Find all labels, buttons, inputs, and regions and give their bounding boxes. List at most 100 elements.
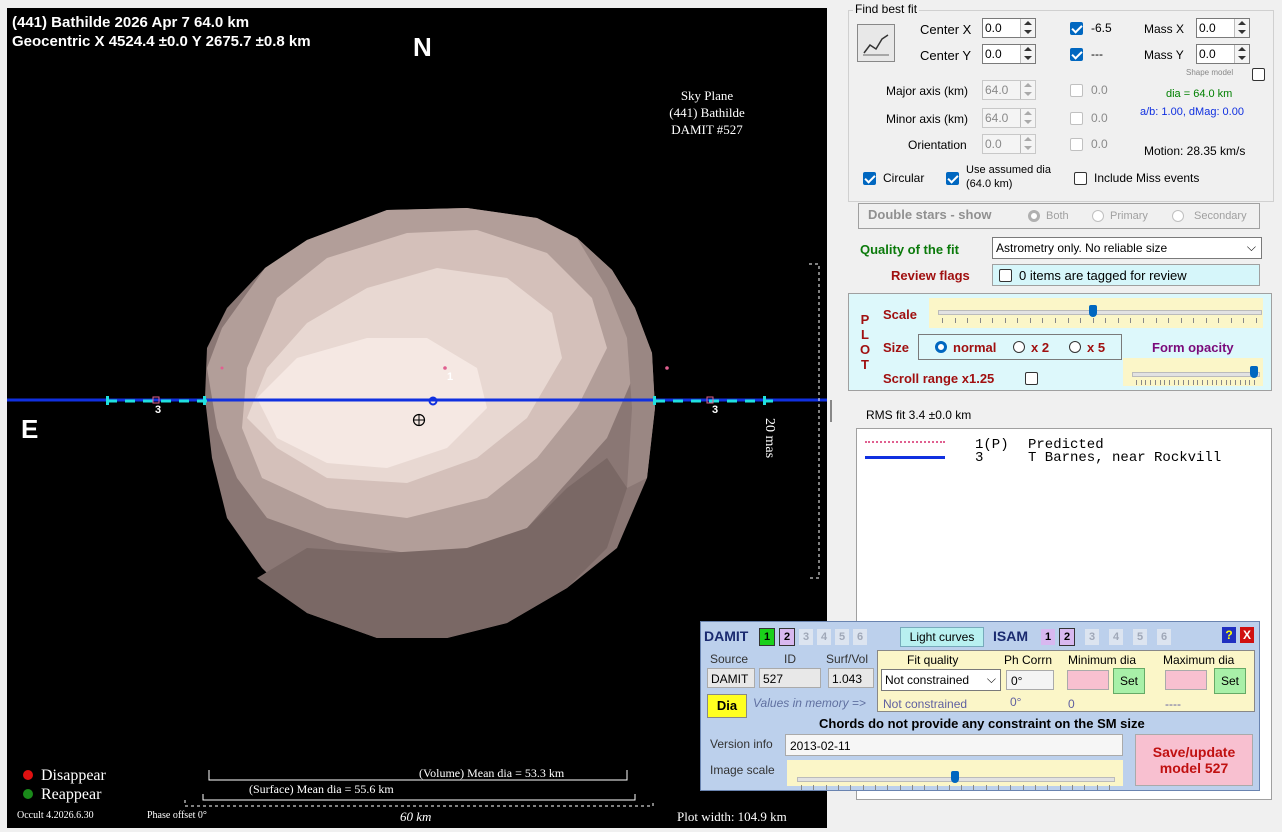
minor-axis-spinner[interactable] [982, 108, 1036, 128]
isam-model-2[interactable]: 2 [1059, 628, 1075, 646]
mass-x-input[interactable] [1197, 19, 1239, 37]
circular-checkbox[interactable] [863, 172, 876, 185]
spinner-arrows-icon[interactable] [1020, 135, 1035, 153]
splitter[interactable] [830, 400, 832, 422]
scale-slider-thumb[interactable] [1088, 305, 1097, 317]
damit-model-3[interactable]: 3 [799, 629, 813, 645]
dia-button[interactable]: Dia [707, 694, 747, 718]
slider-tick [998, 785, 1000, 790]
quality-value: Astrometry only. No reliable size [996, 241, 1168, 255]
save-update-button[interactable]: Save/update model 527 [1135, 734, 1253, 786]
chevron-down-icon[interactable]: ⌵ [987, 672, 996, 687]
min-dia-field[interactable] [1067, 670, 1109, 690]
slider-tick [1183, 380, 1185, 385]
minor-axis-checkbox[interactable] [1070, 112, 1083, 125]
set-max-button[interactable]: Set [1214, 668, 1246, 694]
slider-tick [1192, 380, 1194, 385]
center-x-input[interactable] [983, 19, 1025, 37]
quality-dropdown[interactable]: Astrometry only. No reliable size ⌵ [992, 237, 1262, 259]
mem-ph-corrn: 0° [1010, 695, 1022, 709]
major-axis-input[interactable] [983, 81, 1025, 99]
mass-x-spinner[interactable] [1196, 18, 1250, 38]
fit-quality-dropdown[interactable]: Not constrained ⌵ [881, 669, 1001, 691]
shape-model-checkbox[interactable] [1252, 68, 1265, 81]
size-x2-radio[interactable] [1013, 341, 1025, 353]
spinner-arrows-icon[interactable] [1020, 45, 1035, 63]
slider-tick [948, 785, 950, 790]
use-assumed-checkbox[interactable] [946, 172, 959, 185]
slider-tick [1055, 318, 1057, 323]
orientation-input[interactable] [983, 135, 1025, 153]
ph-corrn-field[interactable]: 0° [1006, 670, 1054, 690]
review-flags-value: 0 items are tagged for review [1019, 268, 1187, 283]
opacity-slider-track[interactable] [1132, 372, 1260, 377]
orientation-checkbox[interactable] [1070, 138, 1083, 151]
isam-model-6[interactable]: 6 [1157, 629, 1171, 645]
scale-slider-track[interactable] [938, 310, 1262, 315]
image-scale-thumb[interactable] [951, 771, 959, 783]
spinner-arrows-icon[interactable] [1020, 81, 1035, 99]
mass-y-spinner[interactable] [1196, 44, 1250, 64]
help-button[interactable]: ? [1222, 627, 1236, 643]
major-axis-checkbox[interactable] [1070, 84, 1083, 97]
secondary-radio[interactable] [1172, 210, 1184, 222]
center-y-checkbox[interactable] [1070, 48, 1083, 61]
side-letter: L [861, 327, 869, 342]
review-flags-checkbox[interactable] [999, 269, 1012, 282]
fit-button[interactable] [857, 24, 895, 62]
slider-tick [1218, 318, 1220, 323]
width-label: 60 km [400, 809, 432, 824]
both-radio[interactable] [1028, 210, 1040, 222]
size-x2-label: x 2 [1031, 340, 1050, 355]
slider-tick [1145, 380, 1147, 385]
isam-model-4[interactable]: 4 [1109, 629, 1123, 645]
light-curves-button[interactable]: Light curves [900, 627, 984, 647]
minor-axis-input[interactable] [983, 109, 1025, 127]
major-axis-spinner[interactable] [982, 80, 1036, 100]
opacity-slider-thumb[interactable] [1250, 366, 1258, 378]
ab-info: a/b: 1.00, dMag: 0.00 [1140, 106, 1244, 118]
size-x5-radio[interactable] [1069, 341, 1081, 353]
slider-tick [1047, 785, 1049, 790]
center-x-spinner[interactable] [982, 18, 1036, 38]
damit-model-5[interactable]: 5 [835, 629, 849, 645]
slider-tick [1092, 318, 1094, 323]
include-miss-checkbox[interactable] [1074, 172, 1087, 185]
spinner-arrows-icon[interactable] [1020, 19, 1035, 37]
isam-model-5[interactable]: 5 [1133, 629, 1147, 645]
chevron-down-icon[interactable]: ⌵ [1247, 240, 1256, 255]
disappear-dot [23, 770, 33, 780]
fit-quality-header: Fit quality [907, 653, 959, 667]
damit-model-6[interactable]: 6 [853, 629, 867, 645]
size-normal-radio[interactable] [935, 341, 947, 353]
damit-model-buttons: 123456 [759, 628, 871, 646]
scale-bar [809, 263, 820, 579]
primary-radio[interactable] [1092, 210, 1104, 222]
version-info-field[interactable]: 2013-02-11 [785, 734, 1123, 756]
slider-tick [887, 785, 889, 790]
slider-tick [1206, 380, 1208, 385]
center-y-input[interactable] [983, 45, 1025, 63]
spinner-arrows-icon[interactable] [1234, 19, 1249, 37]
observer-num: 3 [975, 450, 984, 466]
center-x-check-label: -6.5 [1091, 21, 1112, 35]
center-y-spinner[interactable] [982, 44, 1036, 64]
damit-model-1[interactable]: 1 [759, 628, 775, 646]
isam-model-1[interactable]: 1 [1041, 629, 1055, 645]
set-min-button[interactable]: Set [1113, 668, 1145, 694]
isam-model-3[interactable]: 3 [1085, 629, 1099, 645]
center-x-checkbox[interactable] [1070, 22, 1083, 35]
spinner-arrows-icon[interactable] [1020, 109, 1035, 127]
chart-icon [863, 34, 889, 56]
spinner-arrows-icon[interactable] [1234, 45, 1249, 63]
id-field: 527 [759, 668, 821, 688]
major-check-label: 0.0 [1091, 83, 1108, 97]
damit-model-4[interactable]: 4 [817, 629, 831, 645]
scroll-range-checkbox[interactable] [1025, 372, 1038, 385]
close-button[interactable]: X [1240, 627, 1254, 643]
max-dia-field[interactable] [1165, 670, 1207, 690]
damit-model-2[interactable]: 2 [779, 628, 795, 646]
mass-y-input[interactable] [1197, 45, 1239, 63]
orientation-spinner[interactable] [982, 134, 1036, 154]
review-flags-box[interactable]: 0 items are tagged for review [992, 264, 1260, 286]
